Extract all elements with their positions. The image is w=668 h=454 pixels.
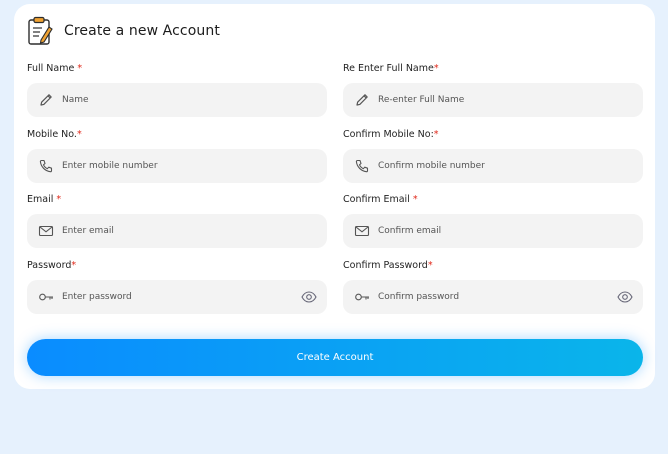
full-name-label: Full Name	[27, 63, 75, 74]
confirm-email-input-wrap	[343, 214, 643, 248]
email-input-wrap	[27, 214, 327, 248]
mail-icon	[354, 225, 370, 237]
confirm-password-label: Confirm Password	[343, 260, 428, 271]
confirm-password-input-wrap	[343, 280, 643, 314]
phone-icon	[355, 159, 369, 173]
pencil-icon	[356, 94, 368, 106]
password-input-wrap	[27, 280, 327, 314]
email-field: Email *	[27, 193, 327, 248]
full-name-field: Full Name *	[27, 62, 327, 117]
phone-icon	[39, 159, 53, 173]
confirm-email-input[interactable]	[378, 214, 607, 248]
mobile-input[interactable]	[62, 149, 291, 183]
key-icon	[39, 293, 53, 301]
email-input[interactable]	[62, 214, 291, 248]
required-marker: *	[433, 129, 439, 140]
full-name-input[interactable]	[62, 83, 291, 117]
key-icon	[355, 293, 369, 301]
re-full-name-label: Re Enter Full Name	[343, 63, 434, 74]
confirm-mobile-input-wrap	[343, 149, 643, 183]
confirm-email-label: Confirm Email	[343, 194, 410, 205]
email-label: Email	[27, 194, 54, 205]
required-marker: *	[427, 260, 433, 271]
mobile-label: Mobile No.	[27, 129, 77, 140]
clipboard-icon	[28, 16, 53, 45]
confirm-password-input[interactable]	[378, 280, 607, 314]
password-label: Password	[27, 260, 72, 271]
pencil-icon	[40, 94, 52, 106]
required-marker: *	[56, 194, 62, 205]
confirm-email-field: Confirm Email *	[343, 193, 643, 248]
required-marker: *	[433, 63, 439, 74]
card-header: Create a new Account	[27, 15, 220, 47]
re-full-name-field: Re Enter Full Name*	[343, 62, 643, 117]
page-title: Create a new Account	[64, 23, 220, 39]
required-marker: *	[71, 260, 77, 271]
eye-icon[interactable]	[301, 290, 317, 304]
mail-icon	[38, 225, 54, 237]
password-field: Password*	[27, 259, 327, 314]
confirm-mobile-label: Confirm Mobile No:	[343, 129, 434, 140]
eye-icon[interactable]	[617, 290, 633, 304]
re-full-name-input-wrap	[343, 83, 643, 117]
re-full-name-input[interactable]	[378, 83, 607, 117]
signup-card: Create a new Account Full Name * Re Ente…	[14, 4, 655, 389]
confirm-mobile-field: Confirm Mobile No:*	[343, 128, 643, 183]
full-name-input-wrap	[27, 83, 327, 117]
confirm-password-field: Confirm Password*	[343, 259, 643, 314]
required-marker: *	[77, 63, 83, 74]
password-input[interactable]	[62, 280, 291, 314]
mobile-input-wrap	[27, 149, 327, 183]
create-account-button[interactable]: Create Account	[27, 339, 643, 376]
required-marker: *	[76, 129, 82, 140]
required-marker: *	[412, 194, 418, 205]
confirm-mobile-input[interactable]	[378, 149, 607, 183]
mobile-field: Mobile No.*	[27, 128, 327, 183]
